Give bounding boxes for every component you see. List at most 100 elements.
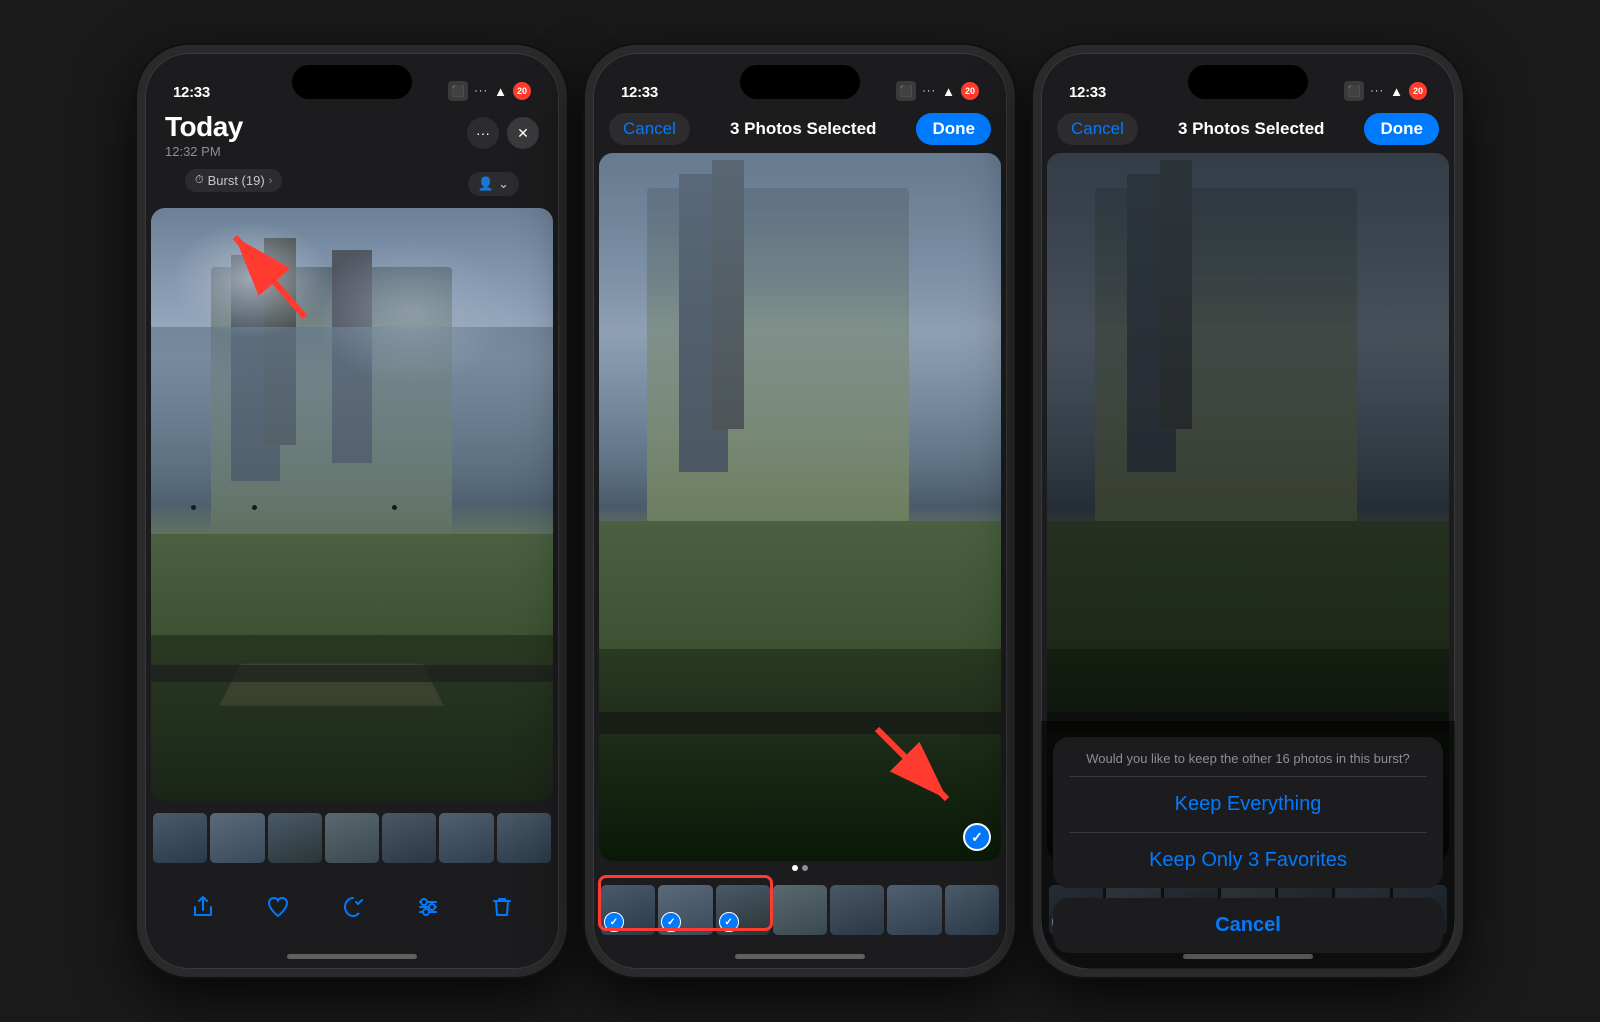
dot-1 xyxy=(802,865,808,871)
keep-favorites-button[interactable]: Keep Only 3 Favorites xyxy=(1053,833,1443,888)
time-1: 12:33 xyxy=(173,84,210,101)
done-button-3[interactable]: Done xyxy=(1364,113,1439,145)
dot-indicator-2 xyxy=(593,861,1007,873)
vol-up-button-1 xyxy=(137,278,139,338)
sliders-button[interactable] xyxy=(416,895,440,919)
adjust-button[interactable] xyxy=(341,895,365,919)
thumb-5[interactable] xyxy=(382,813,436,863)
thumb-2-1[interactable]: ✓ xyxy=(601,885,655,935)
photo-check-2: ✓ xyxy=(963,823,991,851)
check-3: ✓ xyxy=(719,912,739,932)
dots-3: ··· xyxy=(1370,85,1384,97)
vol-down-button-2 xyxy=(585,353,587,413)
main-photo-2: ✓ xyxy=(599,153,1001,861)
phone3-content: Cancel 3 Photos Selected Done xyxy=(1041,107,1455,969)
vol-up-button-3 xyxy=(1033,278,1035,338)
extra-icon-3: ⬛ xyxy=(1344,81,1364,101)
thumb-1[interactable] xyxy=(153,813,207,863)
share-button[interactable] xyxy=(191,895,215,919)
thumbnail-strip-2: ✓ ✓ ✓ xyxy=(593,881,1007,939)
thumb-2-5[interactable] xyxy=(830,885,884,935)
wifi-icon-3: ▲ xyxy=(1390,84,1403,99)
castle-image-2 xyxy=(599,153,1001,861)
thumb-3[interactable] xyxy=(268,813,322,863)
close-button[interactable]: ✕ xyxy=(507,117,539,149)
silent-button-2 xyxy=(585,223,587,263)
status-icons-2: ⬛ ··· ▲ 20 xyxy=(896,81,979,101)
time-3: 12:33 xyxy=(1069,84,1106,101)
power-button-3 xyxy=(1461,253,1463,313)
phone2-content: Cancel 3 Photos Selected Done ✓ xyxy=(593,107,1007,969)
keep-everything-button[interactable]: Keep Everything xyxy=(1053,777,1443,832)
status-icons-3: ⬛ ··· ▲ 20 xyxy=(1344,81,1427,101)
header-buttons: ··· ✕ xyxy=(467,117,539,149)
extra-icon-1: ⬛ xyxy=(448,81,468,101)
extra-icon-2: ⬛ xyxy=(896,81,916,101)
person-icon: 👤 xyxy=(478,176,494,192)
dynamic-island-2 xyxy=(740,65,860,99)
home-indicator-1 xyxy=(145,943,559,969)
phone3-header: Cancel 3 Photos Selected Done xyxy=(1041,107,1455,153)
thumb-2-6[interactable] xyxy=(887,885,941,935)
phone2-header: Cancel 3 Photos Selected Done xyxy=(593,107,1007,153)
action-sheet: Would you like to keep the other 16 phot… xyxy=(1053,737,1443,888)
home-bar-3 xyxy=(1183,954,1313,959)
dot-active xyxy=(792,865,798,871)
dots-1: ··· xyxy=(474,85,488,97)
thumb-6[interactable] xyxy=(439,813,493,863)
thumb-2-2[interactable]: ✓ xyxy=(658,885,712,935)
dots-2: ··· xyxy=(922,85,936,97)
thumb-2-7[interactable] xyxy=(945,885,999,935)
action-sheet-title: Would you like to keep the other 16 phot… xyxy=(1053,737,1443,776)
vol-up-button-2 xyxy=(585,278,587,338)
trash-button[interactable] xyxy=(491,895,513,919)
thumb-4[interactable] xyxy=(325,813,379,863)
thumbnail-strip-1 xyxy=(145,809,559,867)
power-button-1 xyxy=(565,253,567,313)
people-button[interactable]: 👤 ⌄ xyxy=(468,172,519,196)
cancel-button-2[interactable]: Cancel xyxy=(609,113,690,145)
phone-3: 12:33 ⬛ ··· ▲ 20 Cancel 3 Photos Selecte… xyxy=(1033,45,1463,977)
today-info: Today 12:32 PM xyxy=(165,111,243,159)
thumb-7[interactable] xyxy=(497,813,551,863)
home-indicator-2 xyxy=(593,943,1007,969)
silent-button-1 xyxy=(137,223,139,263)
battery-badge-1: 20 xyxy=(513,82,531,100)
thumb-2-4[interactable] xyxy=(773,885,827,935)
home-bar-2 xyxy=(735,954,865,959)
silent-button-3 xyxy=(1033,223,1035,263)
today-title: Today xyxy=(165,111,243,143)
thumb-2-3[interactable]: ✓ xyxy=(716,885,770,935)
wifi-icon-1: ▲ xyxy=(494,84,507,99)
vol-down-button-3 xyxy=(1033,353,1035,413)
phone1-content: Today 12:32 PM ··· ✕ ⏱ Burst (19) › 👤 ⌄ xyxy=(145,107,559,969)
chevron-icon: › xyxy=(269,175,273,187)
home-indicator-3 xyxy=(1041,943,1455,969)
more-button[interactable]: ··· xyxy=(467,117,499,149)
phone-1: 12:33 ⬛ ··· ▲ 20 Today 12:32 PM ··· ✕ ⏱ … xyxy=(137,45,567,977)
thumb-2[interactable] xyxy=(210,813,264,863)
chevron-down-icon: ⌄ xyxy=(498,176,509,192)
action-sheet-overlay: Would you like to keep the other 16 phot… xyxy=(1041,721,1455,969)
cancel-button-3[interactable]: Cancel xyxy=(1057,113,1138,145)
check-1: ✓ xyxy=(604,912,624,932)
done-button-2[interactable]: Done xyxy=(916,113,991,145)
selected-title-3: 3 Photos Selected xyxy=(1178,119,1324,139)
today-subtitle: 12:32 PM xyxy=(165,144,243,159)
heart-button[interactable] xyxy=(266,895,290,919)
status-icons-1: ⬛ ··· ▲ 20 xyxy=(448,81,531,101)
home-bar-1 xyxy=(287,954,417,959)
power-button-2 xyxy=(1013,253,1015,313)
time-2: 12:33 xyxy=(621,84,658,101)
dynamic-island-3 xyxy=(1188,65,1308,99)
thumb-strip-container: ✓ ✓ ✓ xyxy=(593,873,1007,943)
phone1-header: Today 12:32 PM ··· ✕ xyxy=(145,107,559,167)
phone-2: 12:33 ⬛ ··· ▲ 20 Cancel 3 Photos Selecte… xyxy=(585,45,1015,977)
bottom-toolbar-1 xyxy=(145,871,559,943)
burst-badge[interactable]: ⏱ Burst (19) › xyxy=(185,169,282,192)
selected-title-2: 3 Photos Selected xyxy=(730,119,876,139)
battery-badge-3: 20 xyxy=(1409,82,1427,100)
burst-label: Burst (19) xyxy=(208,173,265,188)
main-photo-1 xyxy=(151,208,553,801)
castle-image-1 xyxy=(151,208,553,801)
